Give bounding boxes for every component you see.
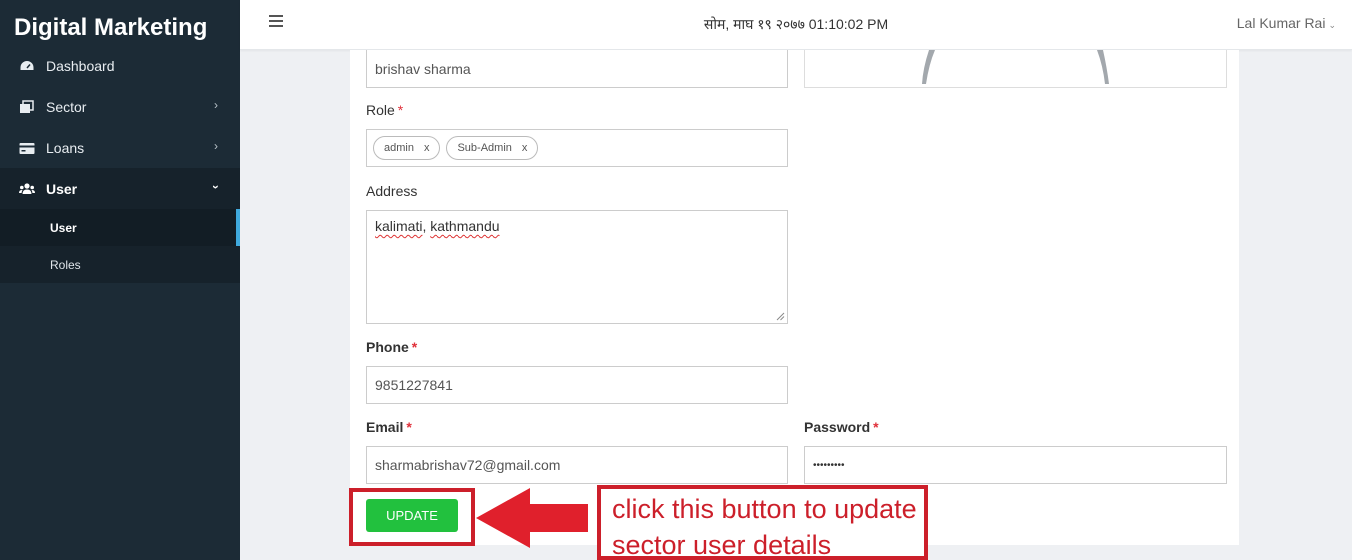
- header-datetime: सोम, माघ १९ २०७७ 01:10:02 PM: [703, 16, 889, 32]
- photo-preview-image: [922, 50, 1109, 84]
- address-textarea[interactable]: kalimati, kathmandu: [366, 210, 788, 324]
- name-input[interactable]: brishav sharma: [366, 50, 788, 88]
- remove-tag-icon[interactable]: x: [522, 142, 528, 154]
- role-tag: admin x: [373, 136, 441, 160]
- phone-input[interactable]: 9851227841: [366, 366, 788, 404]
- sidebar-item-sector[interactable]: Sector ›: [0, 86, 240, 127]
- address-label: Address: [366, 183, 418, 199]
- sidebar-item-label: Sector: [46, 98, 87, 115]
- chevron-down-icon: ⌄: [1328, 20, 1336, 30]
- password-label: Password *: [804, 419, 879, 435]
- sidebar-subitem-roles[interactable]: Roles: [0, 246, 240, 283]
- sidebar-item-user[interactable]: User ›: [0, 168, 240, 209]
- chevron-right-icon: ›: [214, 98, 218, 112]
- role-tag: Sub-Admin x: [446, 136, 539, 160]
- role-multiselect[interactable]: admin x Sub-Admin x: [366, 129, 788, 167]
- sidebar-item-dashboard[interactable]: Dashboard: [0, 52, 240, 80]
- remove-tag-icon[interactable]: x: [424, 142, 430, 154]
- photo-preview: [804, 50, 1227, 88]
- sidebar-item-label: User: [46, 180, 78, 197]
- phone-label: Phone *: [366, 339, 418, 355]
- loans-icon: [19, 142, 35, 154]
- dashboard-icon: [20, 61, 34, 70]
- password-input[interactable]: •••••••••: [804, 446, 1227, 484]
- email-input[interactable]: sharmabrishav72@gmail.com: [366, 446, 788, 484]
- chevron-down-icon: ›: [209, 185, 223, 189]
- annotation-callout: click this button to update sector user …: [597, 485, 928, 560]
- user-menu[interactable]: Lal Kumar Rai ⌄: [1237, 15, 1336, 31]
- sidebar-item-label: Loans: [46, 139, 85, 156]
- users-icon: [19, 182, 35, 194]
- sidebar-submenu-user: User Roles: [0, 209, 240, 283]
- annotation-highlight-box: [349, 488, 475, 546]
- top-header: सोम, माघ १९ २०७७ 01:10:02 PM Lal Kumar R…: [240, 0, 1352, 50]
- user-name: Lal Kumar Rai: [1236, 15, 1326, 31]
- sidebar-item-label: Dashboard: [46, 58, 115, 74]
- chevron-right-icon: ›: [214, 139, 218, 153]
- role-label: Role *: [366, 102, 404, 118]
- sidebar-subitem-user[interactable]: User: [0, 209, 240, 246]
- sidebar: Digital Marketing Dashboard Sector › Loa…: [0, 0, 240, 560]
- brand-title[interactable]: Digital Marketing: [0, 0, 240, 52]
- resize-handle-icon[interactable]: [776, 312, 785, 321]
- annotation-arrow-icon: [476, 488, 588, 548]
- sector-icon: [20, 99, 34, 113]
- sidebar-item-loans[interactable]: Loans ›: [0, 127, 240, 168]
- email-label: Email *: [366, 419, 412, 435]
